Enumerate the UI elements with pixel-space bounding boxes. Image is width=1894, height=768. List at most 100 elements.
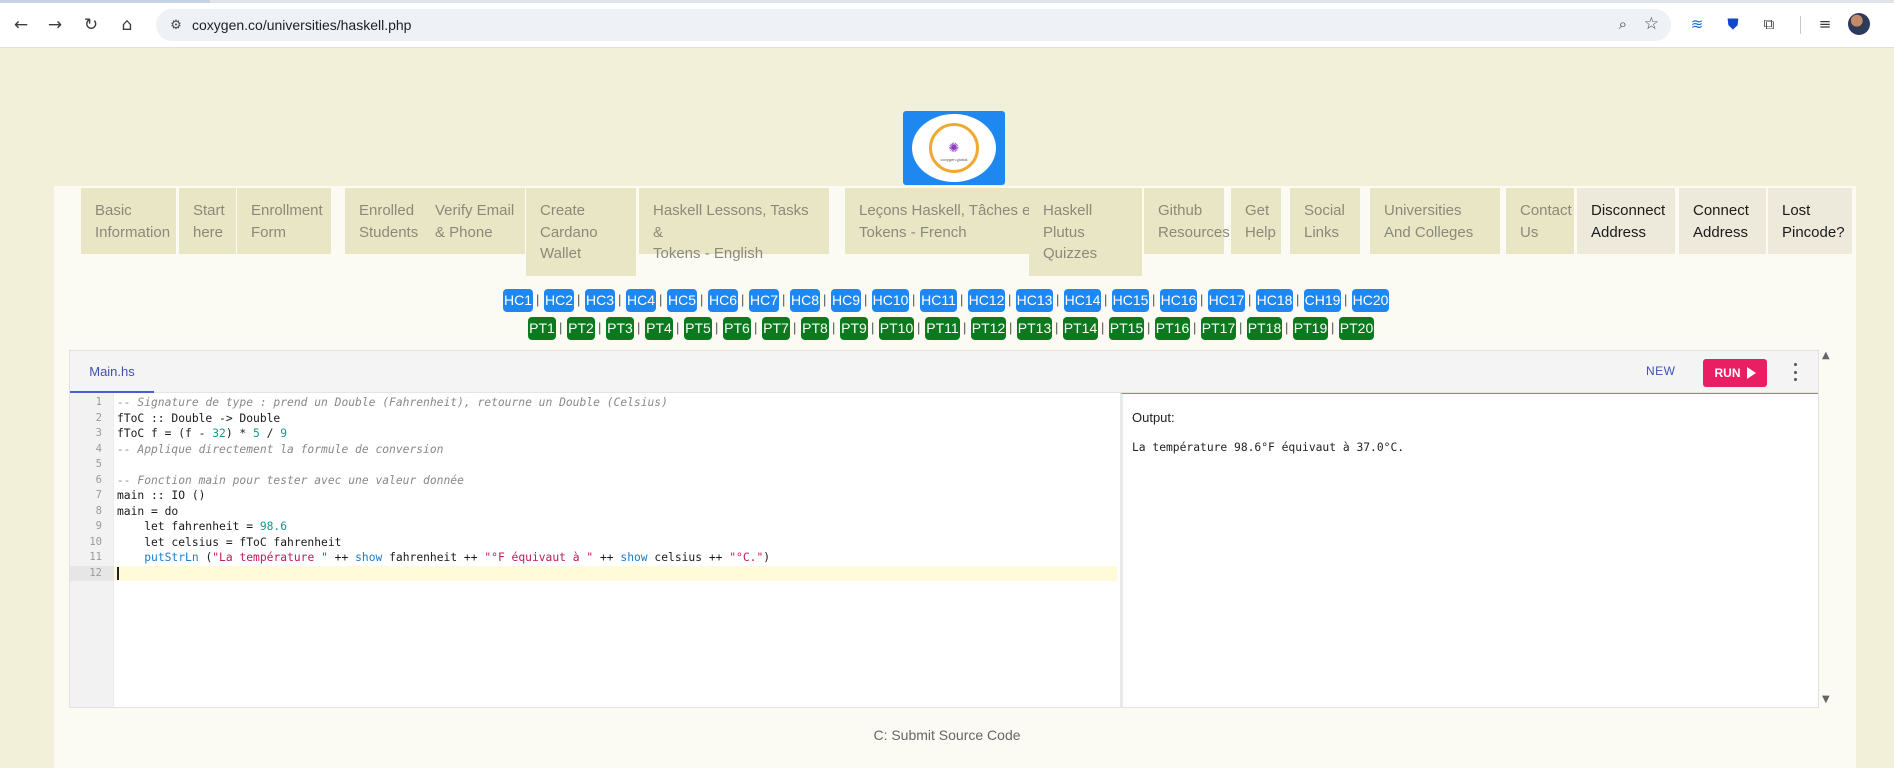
nav-item-github-resources[interactable]: Github Resources: [1144, 188, 1230, 254]
nav-item-haskell-lessons-tasks-tokens-english[interactable]: Haskell Lessons, Tasks & Tokens - English: [639, 188, 829, 262]
url-text[interactable]: coxygen.co/universities/haskell.php: [192, 17, 411, 33]
link-pt18[interactable]: PT18: [1247, 317, 1282, 340]
link-pt6[interactable]: PT6: [723, 317, 751, 340]
link-hc9[interactable]: HC9: [831, 289, 861, 312]
link-pt19[interactable]: PT19: [1293, 317, 1328, 340]
link-pt15[interactable]: PT15: [1109, 317, 1144, 340]
link-pt1[interactable]: PT1: [528, 317, 556, 340]
link-separator: |: [741, 292, 745, 307]
nav-item-contact-us[interactable]: Contact Us: [1506, 188, 1574, 254]
link-hc14[interactable]: HC14: [1064, 289, 1101, 312]
more-options-icon[interactable]: [1789, 363, 1801, 381]
link-pt2[interactable]: PT2: [567, 317, 595, 340]
address-bar[interactable]: ⚙ coxygen.co/universities/haskell.php ⌕ …: [156, 9, 1671, 41]
link-hc4[interactable]: HC4: [626, 289, 656, 312]
reading-list-icon[interactable]: ≡: [1814, 13, 1836, 35]
line-number-gutter: 1 2 3 4 5 6 7 8 9 10 11 12: [70, 393, 114, 707]
code-line[interactable]: let celsius = fToC fahrenheit: [114, 535, 1117, 551]
code-line[interactable]: [114, 565, 1117, 581]
link-hc13[interactable]: HC13: [1016, 289, 1053, 312]
bookmark-star-icon[interactable]: ☆: [1644, 14, 1659, 34]
nav-item-basic-information[interactable]: Basic Information: [81, 188, 176, 254]
link-pt7[interactable]: PT7: [762, 317, 790, 340]
link-pt10[interactable]: PT10: [879, 317, 914, 340]
code-line[interactable]: -- Applique directement la formule de co…: [114, 442, 1117, 458]
nav-item-disconnect-address[interactable]: Disconnect Address: [1577, 188, 1675, 254]
link-hc11[interactable]: HC11: [920, 289, 957, 312]
extension-layers-icon[interactable]: ≋: [1686, 13, 1708, 35]
link-hc10[interactable]: HC10: [872, 289, 909, 312]
run-button[interactable]: RUN: [1703, 359, 1767, 387]
link-hc5[interactable]: HC5: [667, 289, 697, 312]
extensions-puzzle-icon[interactable]: ⧉: [1758, 13, 1780, 35]
code-line[interactable]: main = do: [114, 504, 1117, 520]
site-settings-icon[interactable]: ⚙: [166, 15, 186, 35]
link-ch19[interactable]: CH19: [1304, 289, 1341, 312]
link-separator: |: [1152, 292, 1156, 307]
code-line[interactable]: [114, 457, 1117, 473]
link-hc3[interactable]: HC3: [585, 289, 615, 312]
nav-item-create-cardano-wallet[interactable]: Create Cardano Wallet: [526, 188, 636, 276]
link-pt11[interactable]: PT11: [925, 317, 960, 340]
link-separator: |: [659, 292, 663, 307]
link-pt13[interactable]: PT13: [1017, 317, 1052, 340]
link-separator: |: [912, 292, 916, 307]
nav-item-connect-address[interactable]: Connect Address: [1679, 188, 1766, 254]
back-icon[interactable]: ←: [8, 12, 34, 38]
link-hc18[interactable]: HC18: [1256, 289, 1293, 312]
submit-source-code-link[interactable]: C: Submit Source Code: [0, 727, 1894, 743]
nav-item-get-help[interactable]: Get Help: [1231, 188, 1281, 254]
forward-icon[interactable]: →: [42, 12, 68, 38]
link-hc20[interactable]: HC20: [1352, 289, 1389, 312]
code-input-area[interactable]: -- Signature de type : prend un Double (…: [114, 393, 1117, 707]
zoom-icon[interactable]: ⌕: [1619, 15, 1627, 33]
line-number: 2: [95, 411, 102, 424]
link-hc12[interactable]: HC12: [968, 289, 1005, 312]
link-pt20[interactable]: PT20: [1339, 317, 1374, 340]
link-hc1[interactable]: HC1: [503, 289, 533, 312]
link-hc8[interactable]: HC8: [790, 289, 820, 312]
code-line[interactable]: main :: IO (): [114, 488, 1117, 504]
link-pt17[interactable]: PT17: [1201, 317, 1236, 340]
link-pt16[interactable]: PT16: [1155, 317, 1190, 340]
link-separator: |: [917, 320, 921, 335]
scroll-down-arrow-icon[interactable]: ▼: [1822, 694, 1830, 705]
line-number: 3: [95, 427, 102, 439]
link-pt3[interactable]: PT3: [606, 317, 634, 340]
code-line[interactable]: fToC f = (f - 32) * 5 / 9: [114, 426, 1117, 442]
nav-item-start-here[interactable]: Start here: [179, 188, 236, 254]
tab-main-hs[interactable]: Main.hs: [70, 351, 154, 393]
link-hc15[interactable]: HC15: [1112, 289, 1149, 312]
shield-extension-icon[interactable]: ⛊: [1722, 13, 1744, 35]
nav-item-lost-pincode[interactable]: Lost Pincode?: [1768, 188, 1852, 254]
link-hc7[interactable]: HC7: [749, 289, 779, 312]
profile-avatar[interactable]: [1848, 13, 1870, 35]
line-number: 12: [70, 565, 114, 581]
code-line[interactable]: -- Signature de type : prend un Double (…: [114, 395, 1117, 411]
link-pt4[interactable]: PT4: [645, 317, 673, 340]
code-line[interactable]: let fahrenheit = 98.6: [114, 519, 1117, 535]
site-logo[interactable]: ✺ coxygen.global: [903, 111, 1005, 185]
link-hc6[interactable]: HC6: [708, 289, 738, 312]
link-pt9[interactable]: PT9: [840, 317, 868, 340]
nav-item-verify-email-phone[interactable]: Verify Email & Phone: [421, 188, 525, 254]
nav-item-le-ons-haskell-t-ches-et-tokens-french[interactable]: Leçons Haskell, Tâches et Tokens - French: [845, 188, 1055, 254]
link-hc2[interactable]: HC2: [544, 289, 574, 312]
scroll-up-arrow-icon[interactable]: ▲: [1822, 350, 1830, 361]
new-button[interactable]: NEW: [1646, 364, 1676, 378]
nav-item-enrollment-form[interactable]: Enrollment Form: [237, 188, 331, 254]
code-line[interactable]: -- Fonction main pour tester avec une va…: [114, 473, 1117, 489]
reload-icon[interactable]: ↻: [78, 12, 104, 38]
nav-item-universities-and-colleges[interactable]: Universities And Colleges: [1370, 188, 1500, 254]
link-pt12[interactable]: PT12: [971, 317, 1006, 340]
code-line[interactable]: fToC :: Double -> Double: [114, 411, 1117, 427]
link-hc17[interactable]: HC17: [1208, 289, 1245, 312]
nav-item-haskell-plutus-quizzes[interactable]: Haskell Plutus Quizzes: [1029, 188, 1142, 276]
code-line[interactable]: putStrLn ("La température " ++ show fahr…: [114, 550, 1117, 566]
link-hc16[interactable]: HC16: [1160, 289, 1197, 312]
link-pt8[interactable]: PT8: [801, 317, 829, 340]
link-pt5[interactable]: PT5: [684, 317, 712, 340]
link-pt14[interactable]: PT14: [1063, 317, 1098, 340]
home-icon[interactable]: ⌂: [114, 12, 140, 38]
nav-item-social-links[interactable]: Social Links: [1290, 188, 1360, 254]
